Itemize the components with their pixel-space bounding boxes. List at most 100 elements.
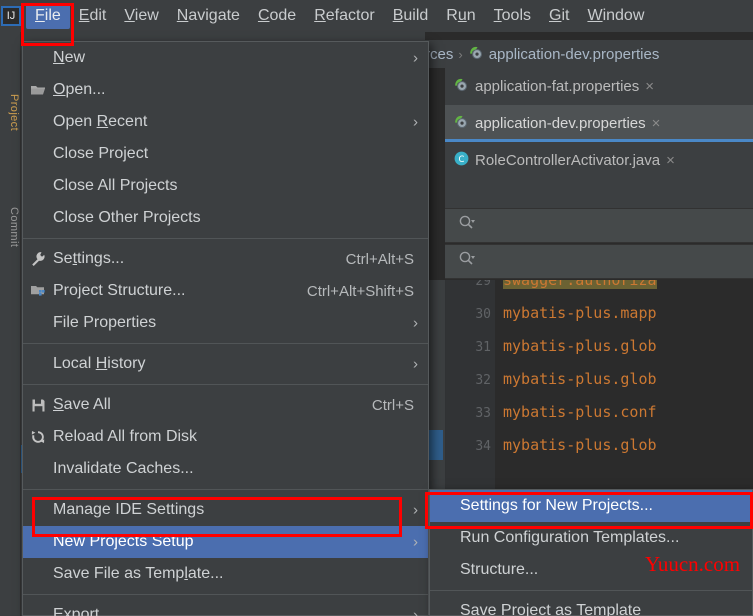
menu-item-reload-all-from-disk[interactable]: Reload All from Disk	[23, 421, 428, 453]
line-number: 31	[475, 340, 491, 355]
close-icon[interactable]: ×	[652, 115, 661, 132]
menu-item-new-projects-setup[interactable]: New Projects Setup ›	[23, 526, 428, 558]
submenu-item-label: Run Configuration Templates...	[460, 529, 680, 546]
menu-item-shortcut: Ctrl+Alt+Shift+S	[306, 282, 414, 300]
code-line: mybatis-plus.conf	[503, 403, 657, 421]
app-icon-button[interactable]: IJ	[1, 6, 21, 26]
menu-bar-item-file[interactable]: File	[26, 3, 70, 29]
menu-item-label: Close All Projects	[53, 177, 178, 194]
menu-item-close-project[interactable]: Close Project	[23, 138, 428, 170]
menu-bar-item-build[interactable]: Build	[384, 4, 438, 29]
code-line: mybatis-plus.glob	[503, 436, 657, 454]
menu-bar-item-window[interactable]: Window	[578, 4, 653, 29]
menu-item-local-history[interactable]: Local History ›	[23, 348, 428, 380]
chevron-right-icon: ›	[413, 533, 418, 551]
menu-item-settings[interactable]: Settings... Ctrl+Alt+S	[23, 243, 428, 275]
tool-window-button-commit[interactable]: Commit	[1, 207, 20, 247]
line-number: 32	[475, 373, 491, 388]
chevron-right-icon: ›	[413, 113, 418, 131]
menu-item-export[interactable]: Export ›	[23, 599, 428, 616]
menu-bar-item-git[interactable]: Git	[540, 4, 578, 29]
line-number: 30	[475, 307, 491, 322]
left-tool-stripe: Project Commit	[0, 32, 21, 616]
line-number: 34	[475, 439, 491, 454]
code-line: mybatis-plus.glob	[503, 370, 657, 388]
menu-item-label: File Properties	[53, 314, 157, 331]
editor-tab-application-dev[interactable]: application-dev.properties ×	[445, 105, 753, 142]
editor-tab-application-fat[interactable]: application-fat.properties ×	[445, 68, 753, 105]
menu-item-manage-ide-settings[interactable]: Manage IDE Settings ›	[23, 494, 428, 526]
tool-window-button-project[interactable]: Project	[1, 94, 20, 131]
menu-bar-item-edit[interactable]: Edit	[70, 4, 116, 29]
menu-item-invalidate-caches[interactable]: Invalidate Caches...	[23, 453, 428, 485]
watermark: Yuucn.com	[645, 552, 741, 576]
menu-bar-item-tools[interactable]: Tools	[485, 4, 540, 29]
wrench-icon	[23, 251, 53, 267]
chevron-right-icon: ›	[413, 501, 418, 519]
save-icon	[23, 398, 53, 413]
menu-item-shortcut: Ctrl+S	[371, 396, 414, 414]
java-class-icon: C	[453, 150, 470, 171]
submenu-item-settings-for-new-projects[interactable]: Settings for New Projects...	[430, 490, 752, 522]
menu-separator	[23, 384, 428, 385]
menu-separator	[430, 590, 752, 591]
editor-tab-label: application-dev.properties	[475, 115, 646, 132]
menu-item-file-properties[interactable]: File Properties ›	[23, 307, 428, 339]
close-icon[interactable]: ×	[666, 152, 675, 169]
menu-item-label: Project Structure...	[53, 282, 186, 299]
submenu-item-run-configuration-templates[interactable]: Run Configuration Templates...	[430, 522, 752, 554]
editor-tab-rolecontrolleractivator[interactable]: C RoleControllerActivator.java ×	[445, 142, 753, 179]
line-number: 33	[475, 406, 491, 421]
menu-item-label: Reload All from Disk	[53, 428, 198, 445]
menu-bar-item-run[interactable]: Run	[437, 4, 484, 29]
chevron-right-icon: ›	[413, 49, 418, 67]
menu-bar-item-code[interactable]: Code	[249, 4, 305, 29]
search-field-1[interactable]	[445, 208, 753, 243]
code-line: mybatis-plus.mapp	[503, 304, 657, 322]
menu-item-new[interactable]: New ›	[23, 42, 428, 74]
menu-item-shortcut: Ctrl+Alt+S	[345, 250, 414, 268]
close-icon[interactable]: ×	[645, 78, 654, 95]
menu-item-label: Invalidate Caches...	[53, 460, 194, 477]
chevron-right-icon: ›	[413, 355, 418, 373]
properties-file-icon	[453, 113, 470, 134]
editor-tab-label: RoleControllerActivator.java	[475, 152, 661, 169]
menu-item-close-other-projects[interactable]: Close Other Projects	[23, 202, 428, 234]
menu-bar-item-view[interactable]: View	[115, 4, 167, 29]
chevron-right-icon: ›	[458, 46, 463, 62]
search-icon[interactable]	[458, 250, 476, 273]
project-structure-icon	[23, 284, 53, 298]
breadcrumb-current[interactable]: application-dev.properties	[489, 46, 660, 63]
editor-tab-label: application-fat.properties	[475, 78, 640, 95]
menu-item-save-all[interactable]: Save All Ctrl+S	[23, 389, 428, 421]
svg-text:C: C	[459, 155, 465, 165]
menu-item-open-recent[interactable]: Open Recent ›	[23, 106, 428, 138]
submenu-item-save-project-as-template[interactable]: Save Project as Template	[430, 595, 752, 616]
file-menu-popup[interactable]: New › Open... Open Recent › Close Projec…	[22, 41, 429, 616]
menu-separator	[23, 343, 428, 344]
breadcrumb[interactable]: rces › application-dev.properties	[425, 40, 753, 68]
line-number: 29	[475, 280, 491, 289]
editor-tab-strip: application-fat.properties × application…	[445, 68, 753, 208]
search-icon[interactable]	[458, 214, 476, 237]
menu-separator	[23, 238, 428, 239]
menu-item-label: Export	[53, 606, 100, 616]
submenu-item-label: Settings for New Projects...	[460, 497, 653, 514]
menu-item-close-all-projects[interactable]: Close All Projects	[23, 170, 428, 202]
menu-bar-item-navigate[interactable]: Navigate	[168, 4, 249, 29]
chevron-right-icon: ›	[413, 314, 418, 332]
properties-file-icon	[453, 76, 470, 97]
reload-icon	[23, 429, 53, 445]
menu-item-open[interactable]: Open...	[23, 74, 428, 106]
chevron-right-icon: ›	[413, 606, 418, 616]
menu-bar-item-refactor[interactable]: Refactor	[305, 4, 383, 29]
folder-icon	[23, 83, 53, 97]
menu-item-project-structure[interactable]: Project Structure... Ctrl+Alt+Shift+S	[23, 275, 428, 307]
breadcrumb-parent[interactable]: rces	[425, 46, 453, 63]
submenu-item-label: Structure...	[460, 561, 539, 578]
menu-bar: IJ File Edit View Navigate Code Refactor…	[0, 0, 753, 32]
code-line: swagger.authoriza	[503, 280, 657, 289]
menu-item-save-file-as-template[interactable]: Save File as Template...	[23, 558, 428, 590]
search-field-2[interactable]	[445, 244, 753, 279]
menu-item-label: Manage IDE Settings	[53, 501, 205, 518]
